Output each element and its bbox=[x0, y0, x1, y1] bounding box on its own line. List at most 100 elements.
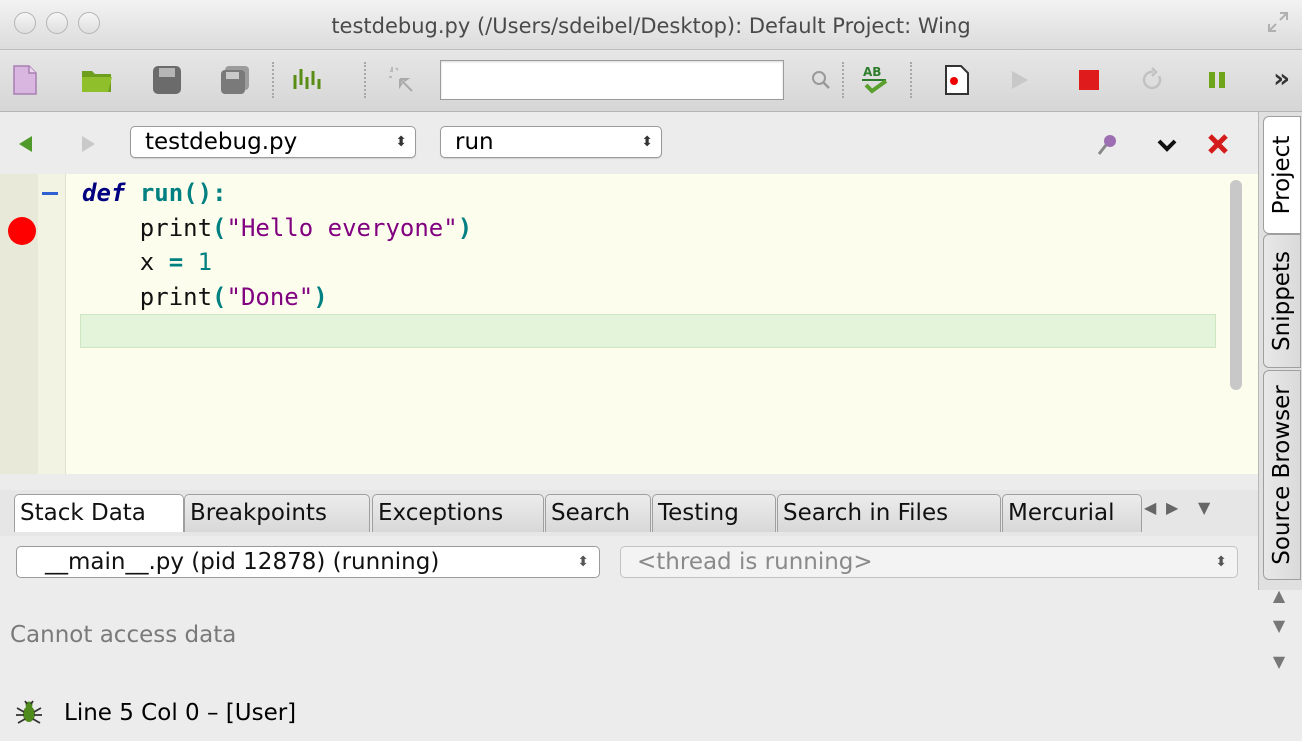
tab-exceptions[interactable]: Exceptions bbox=[372, 494, 544, 532]
window-title: testdebug.py (/Users/sdeibel/Desktop): D… bbox=[331, 14, 971, 38]
code-line[interactable]: print("Done") bbox=[82, 280, 472, 315]
code-token: ( bbox=[212, 282, 227, 311]
fold-margin[interactable] bbox=[38, 174, 66, 474]
code-token: print bbox=[139, 282, 213, 311]
thread-select[interactable]: <thread is running> ⬍ bbox=[620, 546, 1238, 578]
thread-select-value: <thread is running> bbox=[637, 549, 873, 575]
main-toolbar: AB » bbox=[0, 50, 1302, 112]
tabs-scroll-left-icon[interactable]: ◀ bbox=[1144, 498, 1156, 517]
updown-icon: ⬍ bbox=[641, 134, 653, 150]
play-icon bbox=[1012, 71, 1028, 89]
process-select[interactable]: __main__.py (pid 12878) (running) ⬍ bbox=[16, 546, 600, 578]
fold-collapse-icon[interactable] bbox=[42, 192, 58, 195]
side-tab-source-browser[interactable]: Source Browser bbox=[1263, 370, 1301, 580]
side-menu-down-icon[interactable]: ▼ bbox=[1262, 652, 1296, 671]
side-tab-project-label: Project bbox=[1269, 135, 1295, 215]
pointer-icon bbox=[389, 67, 413, 92]
toolbar-separator bbox=[272, 62, 274, 98]
toolbar-separator bbox=[364, 62, 366, 98]
close-icon[interactable] bbox=[1206, 132, 1230, 156]
tabs-scroll-right-icon[interactable]: ▶ bbox=[1166, 498, 1178, 517]
code-token: (): bbox=[183, 179, 227, 207]
editor-scroll-thumb[interactable] bbox=[1230, 180, 1242, 390]
breakpoint-file-icon bbox=[945, 65, 969, 95]
side-tab-source-browser-label: Source Browser bbox=[1269, 385, 1295, 565]
side-tab-snippets-label: Snippets bbox=[1269, 251, 1295, 351]
file-select-value: testdebug.py bbox=[145, 129, 298, 155]
code-token: ) bbox=[313, 282, 328, 311]
toolbar-separator bbox=[910, 62, 912, 98]
side-tab-project[interactable]: Project bbox=[1263, 116, 1301, 234]
chevron-down-icon[interactable] bbox=[1156, 136, 1178, 154]
svg-text:AB: AB bbox=[863, 65, 881, 79]
tab-stack-data[interactable]: Stack Data bbox=[14, 494, 184, 532]
new-file-button[interactable] bbox=[8, 63, 42, 97]
code-token: "Hello everyone" bbox=[226, 213, 458, 242]
code-line[interactable]: def run(): bbox=[82, 176, 472, 211]
code-text[interactable]: def run(): print("Hello everyone") x = 1… bbox=[82, 176, 472, 314]
indent-to-match-button[interactable] bbox=[290, 63, 324, 97]
save-all-icon bbox=[221, 66, 249, 94]
breakpoint-marker[interactable] bbox=[8, 217, 36, 245]
toolbar-search-input[interactable] bbox=[440, 60, 784, 100]
side-tab-snippets[interactable]: Snippets bbox=[1263, 234, 1301, 368]
stop-icon bbox=[1079, 70, 1099, 90]
folder-icon bbox=[82, 71, 112, 92]
tab-testing[interactable]: Testing bbox=[652, 494, 776, 532]
tab-search[interactable]: Search bbox=[545, 494, 651, 532]
code-editor[interactable]: def run(): print("Hello everyone") x = 1… bbox=[0, 174, 1258, 474]
pause-debug-button[interactable] bbox=[1200, 63, 1234, 97]
save-button[interactable] bbox=[150, 63, 184, 97]
pin-icon[interactable] bbox=[1094, 132, 1120, 158]
code-token: = bbox=[154, 248, 198, 276]
spell-check-icon: AB bbox=[862, 65, 888, 94]
tab-breakpoints[interactable]: Breakpoints bbox=[184, 494, 370, 532]
tab-search-in-files[interactable]: Search in Files bbox=[777, 494, 1001, 532]
set-breakpoint-button[interactable] bbox=[940, 63, 974, 97]
code-token: ( bbox=[212, 213, 227, 242]
code-line[interactable]: print("Hello everyone") bbox=[82, 211, 472, 246]
goto-definition-button[interactable] bbox=[384, 63, 418, 97]
tool-tabs: Stack Data Breakpoints Exceptions Search… bbox=[0, 490, 1258, 536]
restart-debug-button[interactable] bbox=[1136, 63, 1170, 97]
search-button[interactable] bbox=[804, 63, 838, 97]
code-token: 1 bbox=[197, 248, 213, 276]
restart-icon bbox=[1142, 67, 1162, 90]
toolbar-separator bbox=[842, 62, 844, 98]
updown-icon: ⬍ bbox=[577, 554, 589, 570]
tabs-menu-down-icon[interactable]: ▼ bbox=[1198, 498, 1210, 517]
scope-select[interactable]: run ⬍ bbox=[440, 126, 662, 158]
code-line[interactable]: x = 1 bbox=[82, 245, 472, 280]
updown-icon: ⬍ bbox=[395, 134, 407, 150]
code-token: x bbox=[139, 248, 155, 276]
process-select-value: __main__.py (pid 12878) (running) bbox=[45, 549, 440, 575]
indent-icon bbox=[293, 69, 321, 89]
status-bar: Line 5 Col 0 – [User] bbox=[0, 680, 1302, 741]
save-all-button[interactable] bbox=[218, 63, 252, 97]
scope-select-value: run bbox=[455, 129, 494, 155]
pause-icon bbox=[1209, 72, 1225, 88]
debug-bug-icon[interactable] bbox=[14, 698, 44, 728]
code-token: ) bbox=[457, 213, 473, 242]
forward-arrow-icon[interactable] bbox=[78, 134, 98, 154]
spell-check-button[interactable]: AB bbox=[858, 63, 892, 97]
save-icon bbox=[153, 66, 181, 94]
debug-continue-button[interactable] bbox=[1002, 63, 1036, 97]
code-token: def bbox=[82, 179, 126, 207]
status-text: Line 5 Col 0 – [User] bbox=[64, 700, 297, 726]
stack-data-panel: __main__.py (pid 12878) (running) ⬍ <thr… bbox=[0, 536, 1258, 679]
new-file-icon bbox=[13, 65, 37, 95]
file-select[interactable]: testdebug.py ⬍ bbox=[130, 126, 416, 158]
side-scroll-up-icon[interactable]: ▲ bbox=[1262, 586, 1296, 605]
tab-mercurial[interactable]: Mercurial bbox=[1002, 494, 1142, 532]
back-arrow-icon[interactable] bbox=[16, 134, 36, 154]
stop-debug-button[interactable] bbox=[1072, 63, 1106, 97]
updown-icon: ⬍ bbox=[1215, 554, 1227, 570]
side-scroll-down-icon[interactable]: ▼ bbox=[1262, 616, 1296, 635]
side-tab-strip: Project Snippets Source Browser bbox=[1258, 112, 1302, 590]
open-file-button[interactable] bbox=[80, 63, 114, 97]
toolbar-overflow-button[interactable]: » bbox=[1273, 64, 1290, 94]
fullscreen-icon[interactable] bbox=[1266, 10, 1290, 34]
stack-data-message: Cannot access data bbox=[10, 622, 237, 648]
